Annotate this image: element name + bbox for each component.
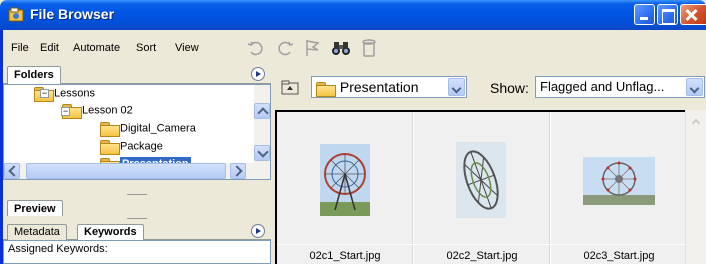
- thumbnail-caption: 02c2_Start.jpg: [446, 250, 518, 262]
- thumbnail-caption: 02c3_Start.jpg: [583, 250, 655, 262]
- tree-label: Lesson 02: [82, 104, 133, 117]
- scroll-left-button[interactable]: [4, 163, 20, 179]
- collapse-icon[interactable]: −: [61, 107, 70, 116]
- tab-folders[interactable]: Folders: [7, 66, 61, 84]
- chevron-up-icon[interactable]: [691, 118, 701, 128]
- current-folder-label: Presentation: [339, 79, 419, 95]
- menu-view[interactable]: View: [175, 42, 199, 54]
- assigned-keywords-label: Assigned Keywords:: [8, 243, 108, 255]
- folder-tree[interactable]: Lessons − Lesson 02 − Digital_Camera Pac…: [3, 84, 271, 180]
- maximize-button[interactable]: [657, 4, 678, 25]
- scroll-up-button[interactable]: [254, 103, 270, 119]
- rotate-ccw-icon[interactable]: [245, 37, 267, 59]
- close-button[interactable]: [680, 4, 706, 25]
- window-title: File Browser: [30, 6, 115, 22]
- thumbnail-grid: 02c1_Start.jpg 02c2_Start.jpg 02c3_Start…: [275, 110, 687, 264]
- folders-panel-menu-icon[interactable]: [251, 67, 265, 81]
- folder-icon: [316, 81, 336, 97]
- show-label: Show:: [490, 80, 529, 96]
- chevron-down-icon[interactable]: [686, 78, 703, 96]
- chevron-down-icon: [257, 146, 269, 158]
- menu-file[interactable]: File: [11, 42, 29, 54]
- horizontal-scroll-thumb[interactable]: [26, 163, 226, 179]
- tree-label: Package: [120, 140, 163, 153]
- flag-icon[interactable]: [302, 37, 324, 59]
- ferris-wheel-landscape-photo: [583, 157, 655, 205]
- ferris-wheel-angled-photo: [456, 142, 506, 218]
- info-panel-menu-icon[interactable]: [251, 224, 265, 238]
- folder-location-dropdown[interactable]: Presentation: [311, 76, 467, 98]
- file-browser-app-icon: [8, 7, 24, 22]
- thumbnail-item[interactable]: 02c3_Start.jpg: [551, 112, 687, 264]
- caption-divider: [414, 244, 550, 245]
- thumbnail-caption: 02c1_Start.jpg: [309, 250, 381, 262]
- trash-icon[interactable]: [358, 37, 380, 59]
- caption-divider: [551, 244, 687, 245]
- tree-label: Lessons: [54, 87, 95, 100]
- scroll-right-button[interactable]: [230, 163, 246, 179]
- file-browser-window: File Browser File Edit Automate Sort Vie…: [0, 0, 706, 264]
- binoculars-icon[interactable]: [330, 37, 352, 59]
- menu-automate[interactable]: Automate: [73, 42, 120, 54]
- splitter-grip: [127, 194, 147, 195]
- info-tab-strip: Metadata Keywords: [3, 222, 271, 240]
- up-folder-icon[interactable]: [281, 78, 299, 96]
- collapse-icon[interactable]: −: [40, 89, 49, 98]
- splitter-grip: [127, 218, 147, 219]
- chevron-down-icon[interactable]: [448, 78, 465, 96]
- folder-tree-horizontal-scrollbar[interactable]: [4, 163, 254, 179]
- folders-tab-strip: Folders: [3, 64, 271, 84]
- folder-icon: [100, 122, 120, 137]
- minimize-button[interactable]: [634, 4, 655, 25]
- folder-tree-vertical-scrollbar[interactable]: [254, 85, 270, 179]
- chevron-right-icon: [231, 165, 243, 177]
- left-panel: Folders Lessons − Lesson 02 − Digital_Ca…: [3, 64, 271, 264]
- thumbnail-item[interactable]: 02c2_Start.jpg: [414, 112, 550, 264]
- show-filter-dropdown[interactable]: Flagged and Unflag...: [535, 76, 705, 98]
- menu-sort[interactable]: Sort: [136, 42, 156, 54]
- tree-item-digital-camera[interactable]: Digital_Camera: [100, 122, 196, 138]
- caption-divider: [277, 244, 413, 245]
- location-bar: Presentation Show: Flagged and Unflag...: [271, 64, 706, 110]
- menu-edit[interactable]: Edit: [40, 42, 59, 54]
- thumbnail-item[interactable]: 02c1_Start.jpg: [277, 112, 413, 264]
- folder-icon: [100, 140, 120, 155]
- tab-metadata[interactable]: Metadata: [7, 224, 67, 240]
- scroll-down-button[interactable]: [254, 145, 270, 161]
- tree-item-lesson-02[interactable]: Lesson 02: [62, 104, 133, 120]
- chevron-up-icon: [257, 107, 269, 119]
- chevron-left-icon: [8, 165, 20, 177]
- preview-tab-strip: Preview: [3, 198, 271, 218]
- tree-label: Digital_Camera: [120, 122, 196, 135]
- tree-item-package[interactable]: Package: [100, 140, 163, 156]
- rotate-cw-icon[interactable]: [274, 37, 296, 59]
- show-filter-value: Flagged and Unflag...: [540, 79, 665, 94]
- title-bar[interactable]: File Browser: [0, 0, 706, 30]
- keywords-panel: Assigned Keywords:: [3, 240, 271, 264]
- tab-keywords[interactable]: Keywords: [77, 224, 144, 240]
- menu-bar: File Edit Automate Sort View: [3, 30, 706, 64]
- thumbnail-vertical-scrollbar[interactable]: [685, 110, 706, 264]
- ferris-wheel-vertical-photo: [320, 144, 370, 216]
